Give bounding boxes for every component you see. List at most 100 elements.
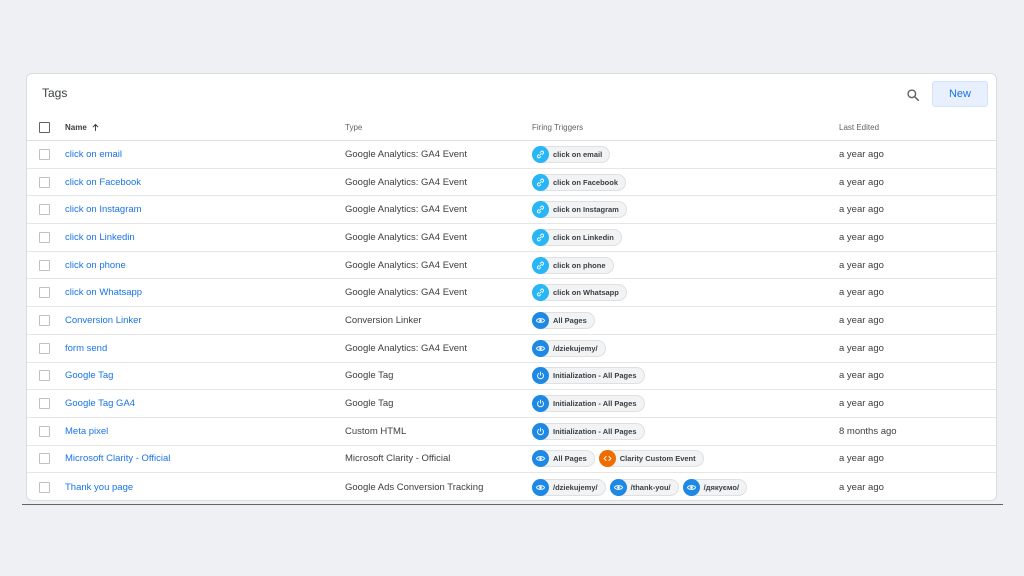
trigger-chip[interactable]: click on email [532, 145, 611, 163]
trigger-chip[interactable]: /дякуємо/ [682, 478, 748, 496]
trigger-chip[interactable]: /thank-you/ [609, 478, 679, 496]
tag-name-link[interactable]: Thank you page [65, 482, 133, 493]
trigger-label: /дякуємо/ [703, 482, 740, 492]
tag-name-link[interactable]: Google Tag [65, 370, 113, 381]
table-row[interactable]: Conversion Linker Conversion Linker All … [27, 307, 996, 335]
eye-icon [532, 478, 549, 496]
tags-card: Tags New Name Type Firing Triggers Last … [26, 73, 997, 501]
table-row[interactable]: click on phone Google Analytics: GA4 Eve… [27, 252, 996, 280]
last-edited: a year ago [839, 398, 884, 410]
last-edited: a year ago [839, 148, 884, 160]
sort-ascending-icon [92, 123, 99, 131]
trigger-chip[interactable]: All Pages [532, 450, 595, 468]
tag-name-link[interactable]: Google Tag GA4 [65, 398, 135, 409]
tag-name-link[interactable]: form send [65, 343, 107, 354]
tag-name-link[interactable]: click on Whatsapp [65, 287, 142, 298]
table-row[interactable]: Meta pixel Custom HTML Initialization - … [27, 418, 996, 446]
row-checkbox[interactable] [39, 453, 50, 465]
trigger-chip[interactable]: click on Whatsapp [532, 284, 627, 302]
tag-type: Custom HTML [345, 425, 407, 437]
trigger-label: Clarity Custom Event [619, 454, 696, 464]
tag-name-link[interactable]: click on phone [65, 260, 126, 271]
tag-name-link[interactable]: click on Instagram [65, 204, 142, 215]
trigger-label: Initialization - All Pages [553, 399, 637, 409]
trigger-label: click on Instagram [553, 205, 619, 215]
last-edited: a year ago [839, 481, 884, 493]
trigger-chip[interactable]: click on Instagram [532, 201, 627, 219]
row-checkbox[interactable] [39, 287, 50, 299]
trigger-chip[interactable]: click on Facebook [532, 173, 627, 191]
table-row[interactable]: form send Google Analytics: GA4 Event /d… [27, 335, 996, 363]
trigger-chip[interactable]: /dziekujemy/ [532, 478, 606, 496]
trigger-label: click on phone [553, 260, 606, 270]
trigger-label: Initialization - All Pages [553, 371, 637, 381]
row-checkbox[interactable] [39, 481, 50, 493]
trigger-chip[interactable]: Clarity Custom Event [598, 450, 704, 468]
triggers-column-header[interactable]: Firing Triggers [532, 123, 583, 132]
eye-icon [532, 450, 549, 468]
link-icon [532, 173, 549, 191]
firing-triggers: All Pages Clarity Custom Event [532, 450, 704, 468]
trigger-chip[interactable]: Initialization - All Pages [532, 422, 645, 440]
row-checkbox[interactable] [39, 398, 50, 410]
tag-name-link[interactable]: Microsoft Clarity - Official [65, 453, 170, 464]
tag-type: Google Analytics: GA4 Event [345, 259, 467, 271]
firing-triggers: Initialization - All Pages [532, 422, 645, 440]
trigger-label: /dziekujemy/ [553, 482, 598, 492]
trigger-chip[interactable]: /dziekujemy/ [532, 339, 606, 357]
table-row[interactable]: click on Facebook Google Analytics: GA4 … [27, 169, 996, 197]
search-icon [907, 89, 920, 102]
table-row[interactable]: Google Tag GA4 Google Tag Initialization… [27, 390, 996, 418]
table-row[interactable]: click on Whatsapp Google Analytics: GA4 … [27, 279, 996, 308]
row-checkbox[interactable] [39, 148, 50, 160]
tag-name-link[interactable]: click on Linkedin [65, 232, 135, 243]
name-column-label: Name [65, 123, 87, 132]
last-edited-column-header[interactable]: Last Edited [839, 123, 879, 132]
row-checkbox[interactable] [39, 231, 50, 243]
type-column-header[interactable]: Type [345, 123, 362, 132]
card-title: Tags [42, 86, 68, 100]
row-checkbox[interactable] [39, 204, 50, 216]
tag-name-link[interactable]: Conversion Linker [65, 315, 142, 326]
table-row[interactable]: Google Tag Google Tag Initialization - A… [27, 363, 996, 391]
trigger-label: click on Facebook [553, 177, 619, 187]
firing-triggers: click on Whatsapp [532, 284, 627, 302]
table-row[interactable]: Microsoft Clarity - Official Microsoft C… [27, 446, 996, 474]
tag-type: Google Tag [345, 398, 394, 410]
row-checkbox[interactable] [39, 314, 50, 326]
tag-name-link[interactable]: Meta pixel [65, 426, 108, 437]
tag-type: Google Analytics: GA4 Event [345, 204, 467, 216]
table-row[interactable]: Thank you page Google Ads Conversion Tra… [27, 473, 996, 501]
name-column-header[interactable]: Name [65, 123, 100, 132]
new-tag-button[interactable]: New [932, 81, 988, 107]
trigger-chip[interactable]: Initialization - All Pages [532, 395, 645, 413]
tag-name-link[interactable]: click on email [65, 149, 122, 160]
trigger-chip[interactable]: All Pages [532, 311, 595, 329]
code-icon [598, 450, 616, 468]
table-header: Name Type Firing Triggers Last Edited [27, 115, 996, 141]
trigger-chip[interactable]: click on Linkedin [532, 228, 622, 246]
eye-icon [532, 311, 549, 329]
trigger-chip[interactable]: Initialization - All Pages [532, 367, 645, 385]
trigger-chip[interactable]: click on phone [532, 256, 614, 274]
row-checkbox[interactable] [39, 259, 50, 271]
search-button[interactable] [903, 85, 923, 105]
tag-name-link[interactable]: click on Facebook [65, 177, 141, 188]
trigger-label: All Pages [553, 315, 587, 325]
select-all-checkbox[interactable] [39, 122, 50, 133]
row-checkbox[interactable] [39, 425, 50, 437]
firing-triggers: click on Facebook [532, 173, 627, 191]
row-checkbox[interactable] [39, 370, 50, 382]
table-row[interactable]: click on Instagram Google Analytics: GA4… [27, 196, 996, 225]
last-edited: a year ago [839, 370, 884, 382]
firing-triggers: Initialization - All Pages [532, 395, 645, 413]
trigger-label: click on email [553, 149, 603, 159]
trigger-label: /dziekujemy/ [553, 343, 598, 353]
last-edited: a year ago [839, 259, 884, 271]
tag-type: Google Ads Conversion Tracking [345, 481, 484, 493]
table-row[interactable]: click on email Google Analytics: GA4 Eve… [27, 141, 996, 169]
link-icon [532, 145, 549, 163]
row-checkbox[interactable] [39, 176, 50, 188]
table-row[interactable]: click on Linkedin Google Analytics: GA4 … [27, 224, 996, 252]
row-checkbox[interactable] [39, 342, 50, 354]
